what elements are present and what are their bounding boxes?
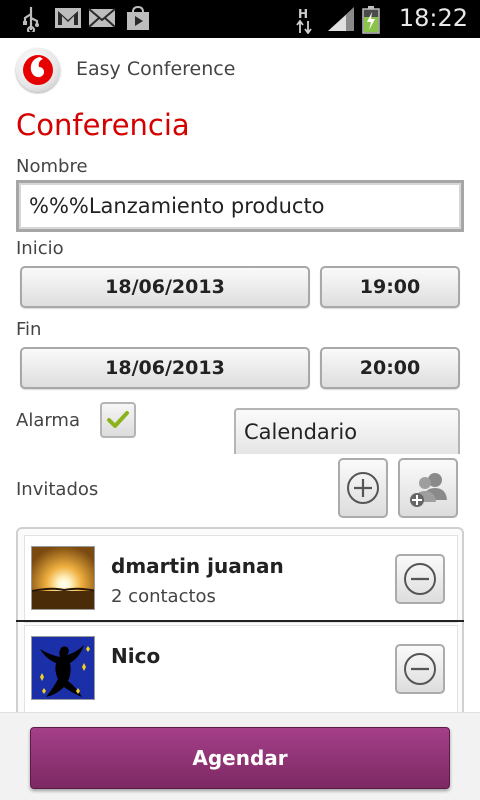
remove-guest-button[interactable] bbox=[395, 644, 445, 694]
checkmark-icon bbox=[107, 411, 129, 428]
remove-circle-icon bbox=[404, 653, 436, 685]
start-time-button[interactable]: 19:00 bbox=[320, 266, 460, 308]
name-field[interactable] bbox=[16, 180, 464, 232]
dancer-avatar bbox=[31, 636, 95, 700]
dancer-avatar-image bbox=[32, 637, 94, 699]
remove-circle-icon bbox=[404, 563, 436, 595]
alarm-label: Alarma bbox=[16, 410, 80, 431]
guest-contacts-count: 2 contactos bbox=[111, 586, 216, 607]
clock: 18:22 bbox=[398, 4, 468, 32]
usb-icon bbox=[23, 7, 39, 32]
gmail-icon bbox=[55, 8, 81, 28]
email-icon bbox=[88, 8, 116, 28]
page-title: Conferencia bbox=[16, 108, 190, 142]
status-bar: H 18:22 bbox=[0, 0, 480, 38]
app-title: Easy Conference bbox=[76, 58, 236, 80]
list-item[interactable]: dmartin juanan 2 contactos bbox=[24, 535, 458, 623]
vodafone-logo-mark bbox=[23, 55, 53, 85]
calendar-select[interactable]: Calendario bbox=[234, 408, 460, 454]
name-input[interactable] bbox=[29, 188, 449, 224]
guest-name: dmartin juanan bbox=[111, 554, 284, 578]
list-divider bbox=[16, 620, 464, 622]
start-label: Inicio bbox=[16, 238, 64, 259]
vodafone-logo[interactable] bbox=[16, 48, 60, 92]
name-label: Nombre bbox=[16, 156, 88, 177]
alarm-checkbox[interactable] bbox=[100, 402, 136, 438]
guest-list[interactable]: dmartin juanan 2 contactos Nico bbox=[16, 527, 464, 717]
start-date-button[interactable]: 18/06/2013 bbox=[20, 266, 310, 308]
play-store-icon bbox=[127, 6, 149, 30]
add-guest-button[interactable] bbox=[338, 458, 388, 518]
guest-name: Nico bbox=[111, 644, 161, 668]
remove-guest-button[interactable] bbox=[395, 554, 445, 604]
guests-label: Invitados bbox=[16, 479, 99, 500]
end-label: Fin bbox=[16, 319, 42, 340]
end-time-button[interactable]: 20:00 bbox=[320, 347, 460, 389]
svg-text:H: H bbox=[298, 7, 308, 21]
hspa-icon: H bbox=[296, 7, 312, 34]
add-contacts-icon bbox=[410, 473, 447, 507]
action-bar: Easy Conference bbox=[0, 38, 480, 102]
add-contacts-button[interactable] bbox=[398, 458, 458, 518]
add-circle-icon bbox=[347, 472, 379, 504]
sunset-avatar-image bbox=[32, 547, 94, 609]
battery-charging-icon bbox=[362, 6, 380, 34]
schedule-button[interactable]: Agendar bbox=[30, 727, 450, 789]
signal-icon bbox=[328, 7, 354, 31]
list-item[interactable]: Nico bbox=[24, 625, 458, 713]
sunset-avatar bbox=[31, 546, 95, 610]
end-date-button[interactable]: 18/06/2013 bbox=[20, 347, 310, 389]
